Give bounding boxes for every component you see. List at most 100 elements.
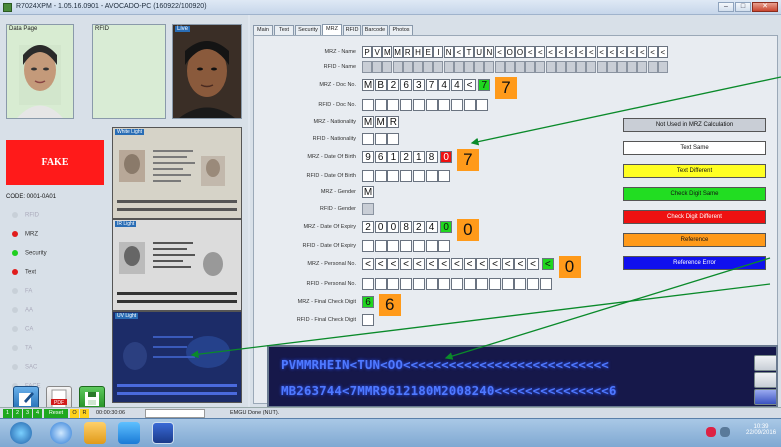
minimize-button[interactable]: – <box>718 2 734 12</box>
rfid-char-cell <box>527 278 540 290</box>
status-item-sac: SAC <box>12 364 37 371</box>
rfid-char-cell <box>412 278 425 290</box>
mrz-char-cell: < <box>586 46 597 58</box>
rfid-char-cell <box>504 61 515 73</box>
status-item-security: Security <box>12 250 47 257</box>
legend-check-digit-different: Check Digit Different <box>623 210 766 224</box>
passport-app-icon[interactable] <box>152 422 174 444</box>
rfid-char-cell <box>555 61 566 73</box>
status-label: Security <box>25 250 47 257</box>
legend-reference: Reference <box>623 233 766 247</box>
reference-digit: 0 <box>456 219 479 241</box>
maximize-button[interactable]: □ <box>735 2 751 12</box>
mrz-char-cell: < <box>637 46 648 58</box>
white-light-caption: White Light <box>115 129 145 135</box>
rfid-photo[interactable]: RFID <box>92 24 166 119</box>
ir-light-image[interactable]: IR Light <box>112 219 242 311</box>
rfid-char-cell <box>374 278 387 290</box>
rfid-char-cell <box>400 99 413 111</box>
mrz-char-cell: P <box>362 46 372 58</box>
mrz-char-cell: < <box>525 46 536 58</box>
tab-mrz[interactable]: MRZ <box>322 24 342 35</box>
tab-text[interactable]: Text <box>274 25 294 35</box>
close-button[interactable]: ✕ <box>752 2 778 12</box>
tab-main[interactable]: Main <box>253 25 273 35</box>
rfid-char-cell <box>425 278 438 290</box>
status-dot-icon <box>12 307 18 313</box>
tab-security[interactable]: Security <box>295 25 321 35</box>
uv-light-image[interactable]: UV Light <box>112 311 242 403</box>
rfid-char-cell <box>576 61 587 73</box>
left-panel: Data Page RFID Live FAKE CODE: 0001-0A01… <box>0 15 248 412</box>
browser-icon[interactable] <box>50 422 72 444</box>
status-dot-icon <box>12 250 18 256</box>
rfid-char-cell <box>514 278 527 290</box>
field-label: RFID - Date Of Birth <box>306 173 356 179</box>
tab-barcode[interactable]: Barcode <box>362 25 388 35</box>
rfid-char-cell <box>362 133 374 145</box>
status-dot-icon <box>12 364 18 370</box>
start-icon[interactable] <box>10 422 32 444</box>
tab-rfid[interactable]: RFID <box>343 25 361 35</box>
mrz-char-cell: < <box>606 46 617 58</box>
status-item-fa: FA <box>12 288 32 295</box>
r-indicator: R <box>80 409 89 418</box>
rfid-char-cell <box>539 278 552 290</box>
legend-check-digit-same: Check Digit Same <box>623 187 766 201</box>
mrz-char-cell: M <box>362 116 374 128</box>
mrz-char-cell: M <box>374 116 387 128</box>
reset-button[interactable]: Reset <box>44 409 68 418</box>
volume-icon[interactable] <box>720 427 730 437</box>
mrz-char-cell: 9 <box>362 151 374 163</box>
status-label: FA <box>25 288 33 295</box>
skype-icon[interactable] <box>118 422 140 444</box>
status-label: Text <box>25 269 37 276</box>
white-light-image[interactable]: White Light <box>112 127 242 219</box>
rfid-char-cell <box>463 278 476 290</box>
mrz-char-cell: V <box>372 46 383 58</box>
rfid-char-cell <box>392 61 403 73</box>
mrz-char-cell: 2 <box>387 79 400 91</box>
folder-icon[interactable] <box>84 422 106 444</box>
data-page-photo[interactable]: Data Page <box>6 24 74 119</box>
rfid-char-cell <box>515 61 525 73</box>
status-dot-icon <box>12 231 18 237</box>
check-digit-cell: 0 <box>440 221 453 233</box>
rfid-char-cell <box>362 314 374 326</box>
rfid-char-cell <box>494 61 505 73</box>
mrz-view-button-1[interactable] <box>754 355 776 371</box>
rfid-char-cell <box>453 61 464 73</box>
mrz-char-cell: 2 <box>400 151 413 163</box>
clock[interactable]: 10:39 22/09/2016 <box>746 424 776 436</box>
field-label: RFID - Name <box>323 64 356 70</box>
live-photo[interactable]: Live <box>172 24 242 119</box>
rfid-char-cell <box>501 278 514 290</box>
svg-text:PDF: PDF <box>54 400 64 406</box>
network-icon[interactable] <box>706 427 716 437</box>
check-digit-cell: 7 <box>478 79 491 91</box>
tab-photos[interactable]: Photos <box>389 25 413 35</box>
reference-digit: 6 <box>378 294 401 316</box>
mrz-char-cell: < <box>374 258 387 270</box>
live-face-icon <box>179 41 235 118</box>
mrz-line-1: PVMMRHEIN<TUN<OO<<<<<<<<<<<<<<<<<<<<<<<<… <box>281 357 609 372</box>
rfid-char-cell <box>412 240 425 252</box>
rfid-char-cell <box>374 240 387 252</box>
mrz-char-cell: < <box>647 46 658 58</box>
mrz-char-cell: 3 <box>412 79 425 91</box>
mrz-char-cell: 8 <box>400 221 413 233</box>
rfid-char-cell <box>489 278 501 290</box>
mrz-char-cell: < <box>535 46 546 58</box>
mrz-view-button-2[interactable] <box>754 372 776 388</box>
mrz-char-cell: < <box>627 46 638 58</box>
field-label: MRZ - Final Check Digit <box>297 299 356 305</box>
indicator-4: 4 <box>33 409 42 418</box>
status-dot-icon <box>12 269 18 275</box>
rfid-char-cell <box>438 278 451 290</box>
mrz-char-cell: N <box>484 46 495 58</box>
mrz-char-cell: < <box>453 46 464 58</box>
rfid-char-cell <box>627 61 638 73</box>
mrz-view-button-3[interactable] <box>754 389 776 405</box>
status-label: MRZ <box>25 231 38 238</box>
mrz-char-cell: 4 <box>425 221 438 233</box>
